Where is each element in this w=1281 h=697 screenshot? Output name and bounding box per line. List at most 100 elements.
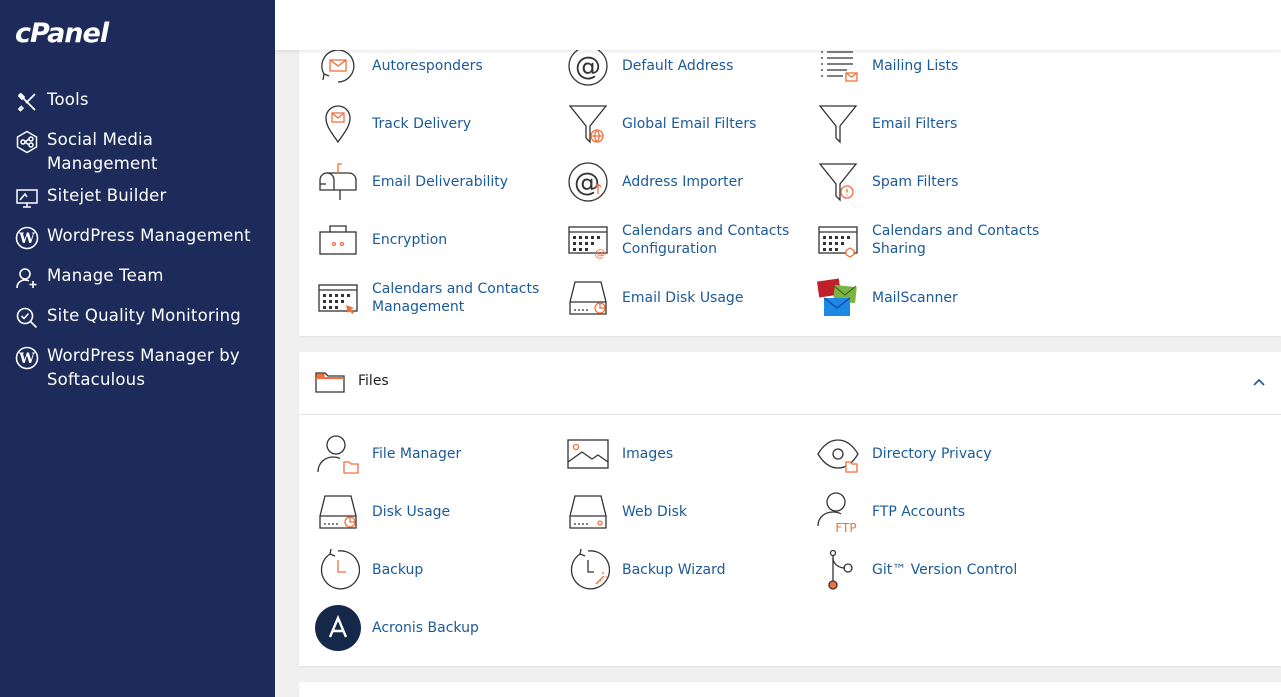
item-label: Track Delivery: [372, 116, 472, 132]
sidebar-item-wordpress-softaculous[interactable]: W WordPress Manager by Softaculous: [0, 340, 275, 396]
item-label: Autoresponders: [372, 58, 483, 74]
web-disk-icon: [565, 489, 611, 535]
ftp-accounts-link[interactable]: FTP FTP Accounts: [815, 487, 1060, 537]
item-label: Encryption: [372, 232, 448, 248]
sidebar-item-label: Site Quality Monitoring: [47, 306, 241, 325]
address-importer-link[interactable]: @ Address Importer: [565, 157, 810, 207]
calendars-configuration-link[interactable]: @ Calendars and Contacts Configuration: [565, 215, 810, 265]
cpanel-logo[interactable]: cPanel: [15, 18, 109, 49]
mailscanner-icon: [815, 275, 861, 321]
calendars-management-icon: [315, 275, 361, 321]
item-label: Git™ Version Control: [872, 562, 1018, 578]
tools-icon: [14, 89, 40, 115]
calendars-sharing-link[interactable]: Calendars and Contacts Sharing: [815, 215, 1060, 265]
svg-text:@: @: [575, 52, 601, 82]
item-label: Email Filters: [872, 116, 958, 132]
sidebar-item-wordpress-management[interactable]: W WordPress Management: [0, 220, 275, 260]
sidebar-item-label: WordPress Management: [47, 226, 251, 245]
disk-usage-link[interactable]: Disk Usage: [315, 487, 560, 537]
spam-filters-icon: [815, 159, 861, 205]
address-importer-icon: @: [565, 159, 611, 205]
item-label: Calendars and Contacts Configuration: [622, 223, 790, 257]
images-link[interactable]: Images: [565, 429, 810, 479]
wordpress-softaculous-icon: W: [14, 345, 40, 371]
site-quality-icon: [14, 305, 40, 331]
svg-text:FTP: FTP: [835, 521, 856, 534]
acronis-icon: [315, 605, 361, 651]
track-delivery-link[interactable]: Track Delivery: [315, 99, 560, 149]
acronis-backup-link[interactable]: Acronis Backup: [315, 603, 560, 653]
backup-wizard-link[interactable]: Backup Wizard: [565, 545, 810, 595]
email-deliverability-link[interactable]: Email Deliverability: [315, 157, 560, 207]
social-media-icon: [14, 129, 40, 155]
track-delivery-icon: [315, 101, 361, 147]
email-filters-link[interactable]: Email Filters: [815, 99, 1060, 149]
sidebar-item-sitejet[interactable]: Sitejet Builder: [0, 180, 275, 220]
sitejet-icon: [14, 185, 40, 211]
sidebar-item-label: Tools: [47, 90, 89, 109]
files-title: Files: [358, 373, 389, 389]
item-label: Acronis Backup: [372, 620, 479, 636]
item-label: Backup: [372, 562, 424, 578]
wordpress-icon: W: [14, 225, 40, 251]
chevron-up-icon[interactable]: [1251, 374, 1267, 390]
global-email-filters-link[interactable]: Global Email Filters: [565, 99, 810, 149]
file-manager-link[interactable]: File Manager: [315, 429, 560, 479]
global-email-filters-icon: [565, 101, 611, 147]
disk-usage-icon: [315, 489, 361, 535]
item-label: File Manager: [372, 446, 462, 462]
calendars-sharing-icon: [815, 217, 861, 263]
item-label: Calendars and Contacts Sharing: [872, 223, 1040, 257]
web-disk-link[interactable]: Web Disk: [565, 487, 810, 537]
email-disk-usage-icon: [565, 275, 611, 321]
item-label: Mailing Lists: [872, 58, 959, 74]
sidebar-item-social-media[interactable]: Social Media Management: [0, 124, 275, 180]
sidebar-item-site-quality[interactable]: Site Quality Monitoring: [0, 300, 275, 340]
backup-wizard-icon: [565, 547, 611, 593]
images-icon: [565, 431, 611, 477]
item-label: Spam Filters: [872, 174, 959, 190]
sidebar-item-label: Sitejet Builder: [47, 186, 167, 205]
sidebar-item-manage-team[interactable]: Manage Team: [0, 260, 275, 300]
item-label: Address Importer: [622, 174, 744, 190]
email-filters-icon: [815, 101, 861, 147]
backup-icon: [315, 547, 361, 593]
backup-link[interactable]: Backup: [315, 545, 560, 595]
encryption-icon: [315, 217, 361, 263]
item-label: Global Email Filters: [622, 116, 757, 132]
svg-text:W: W: [18, 231, 35, 247]
sidebar-nav: Tools Social Media Management Sitejet Bu…: [0, 84, 275, 396]
item-label: Images: [622, 446, 674, 462]
manage-team-icon: [14, 265, 40, 291]
top-bar: [275, 0, 1281, 50]
directory-privacy-link[interactable]: Directory Privacy: [815, 429, 1060, 479]
item-label: Backup Wizard: [622, 562, 726, 578]
folder-icon: [315, 371, 345, 395]
files-header[interactable]: Files: [299, 352, 1281, 415]
calendars-management-link[interactable]: Calendars and Contacts Management: [315, 273, 560, 323]
directory-privacy-icon: [815, 431, 861, 477]
sidebar-item-label: Social Media Management: [47, 130, 158, 173]
email-disk-usage-link[interactable]: Email Disk Usage: [565, 273, 810, 323]
svg-text:@: @: [574, 168, 600, 198]
files-section: Files File Manager Images Directory Priv…: [299, 352, 1281, 666]
file-manager-icon: [315, 431, 361, 477]
item-label: Calendars and Contacts Management: [372, 281, 540, 315]
ftp-accounts-icon: FTP: [815, 489, 861, 535]
item-label: Directory Privacy: [872, 446, 992, 462]
git-icon: [815, 547, 861, 593]
sidebar-item-tools[interactable]: Tools: [0, 84, 275, 124]
spam-filters-link[interactable]: Spam Filters: [815, 157, 1060, 207]
email-deliverability-icon: [315, 159, 361, 205]
git-version-control-link[interactable]: Git™ Version Control: [815, 545, 1060, 595]
calendars-configuration-icon: @: [565, 217, 611, 263]
item-label: Disk Usage: [372, 504, 451, 520]
item-label: Email Deliverability: [372, 174, 509, 190]
item-label: Email Disk Usage: [622, 290, 744, 306]
next-section: [299, 682, 1281, 697]
item-label: Default Address: [622, 58, 734, 74]
item-label: Web Disk: [622, 504, 688, 520]
encryption-link[interactable]: Encryption: [315, 215, 560, 265]
sidebar: cPanel Tools Social Media Management Sit…: [0, 0, 275, 697]
mailscanner-link[interactable]: MailScanner: [815, 273, 1060, 323]
